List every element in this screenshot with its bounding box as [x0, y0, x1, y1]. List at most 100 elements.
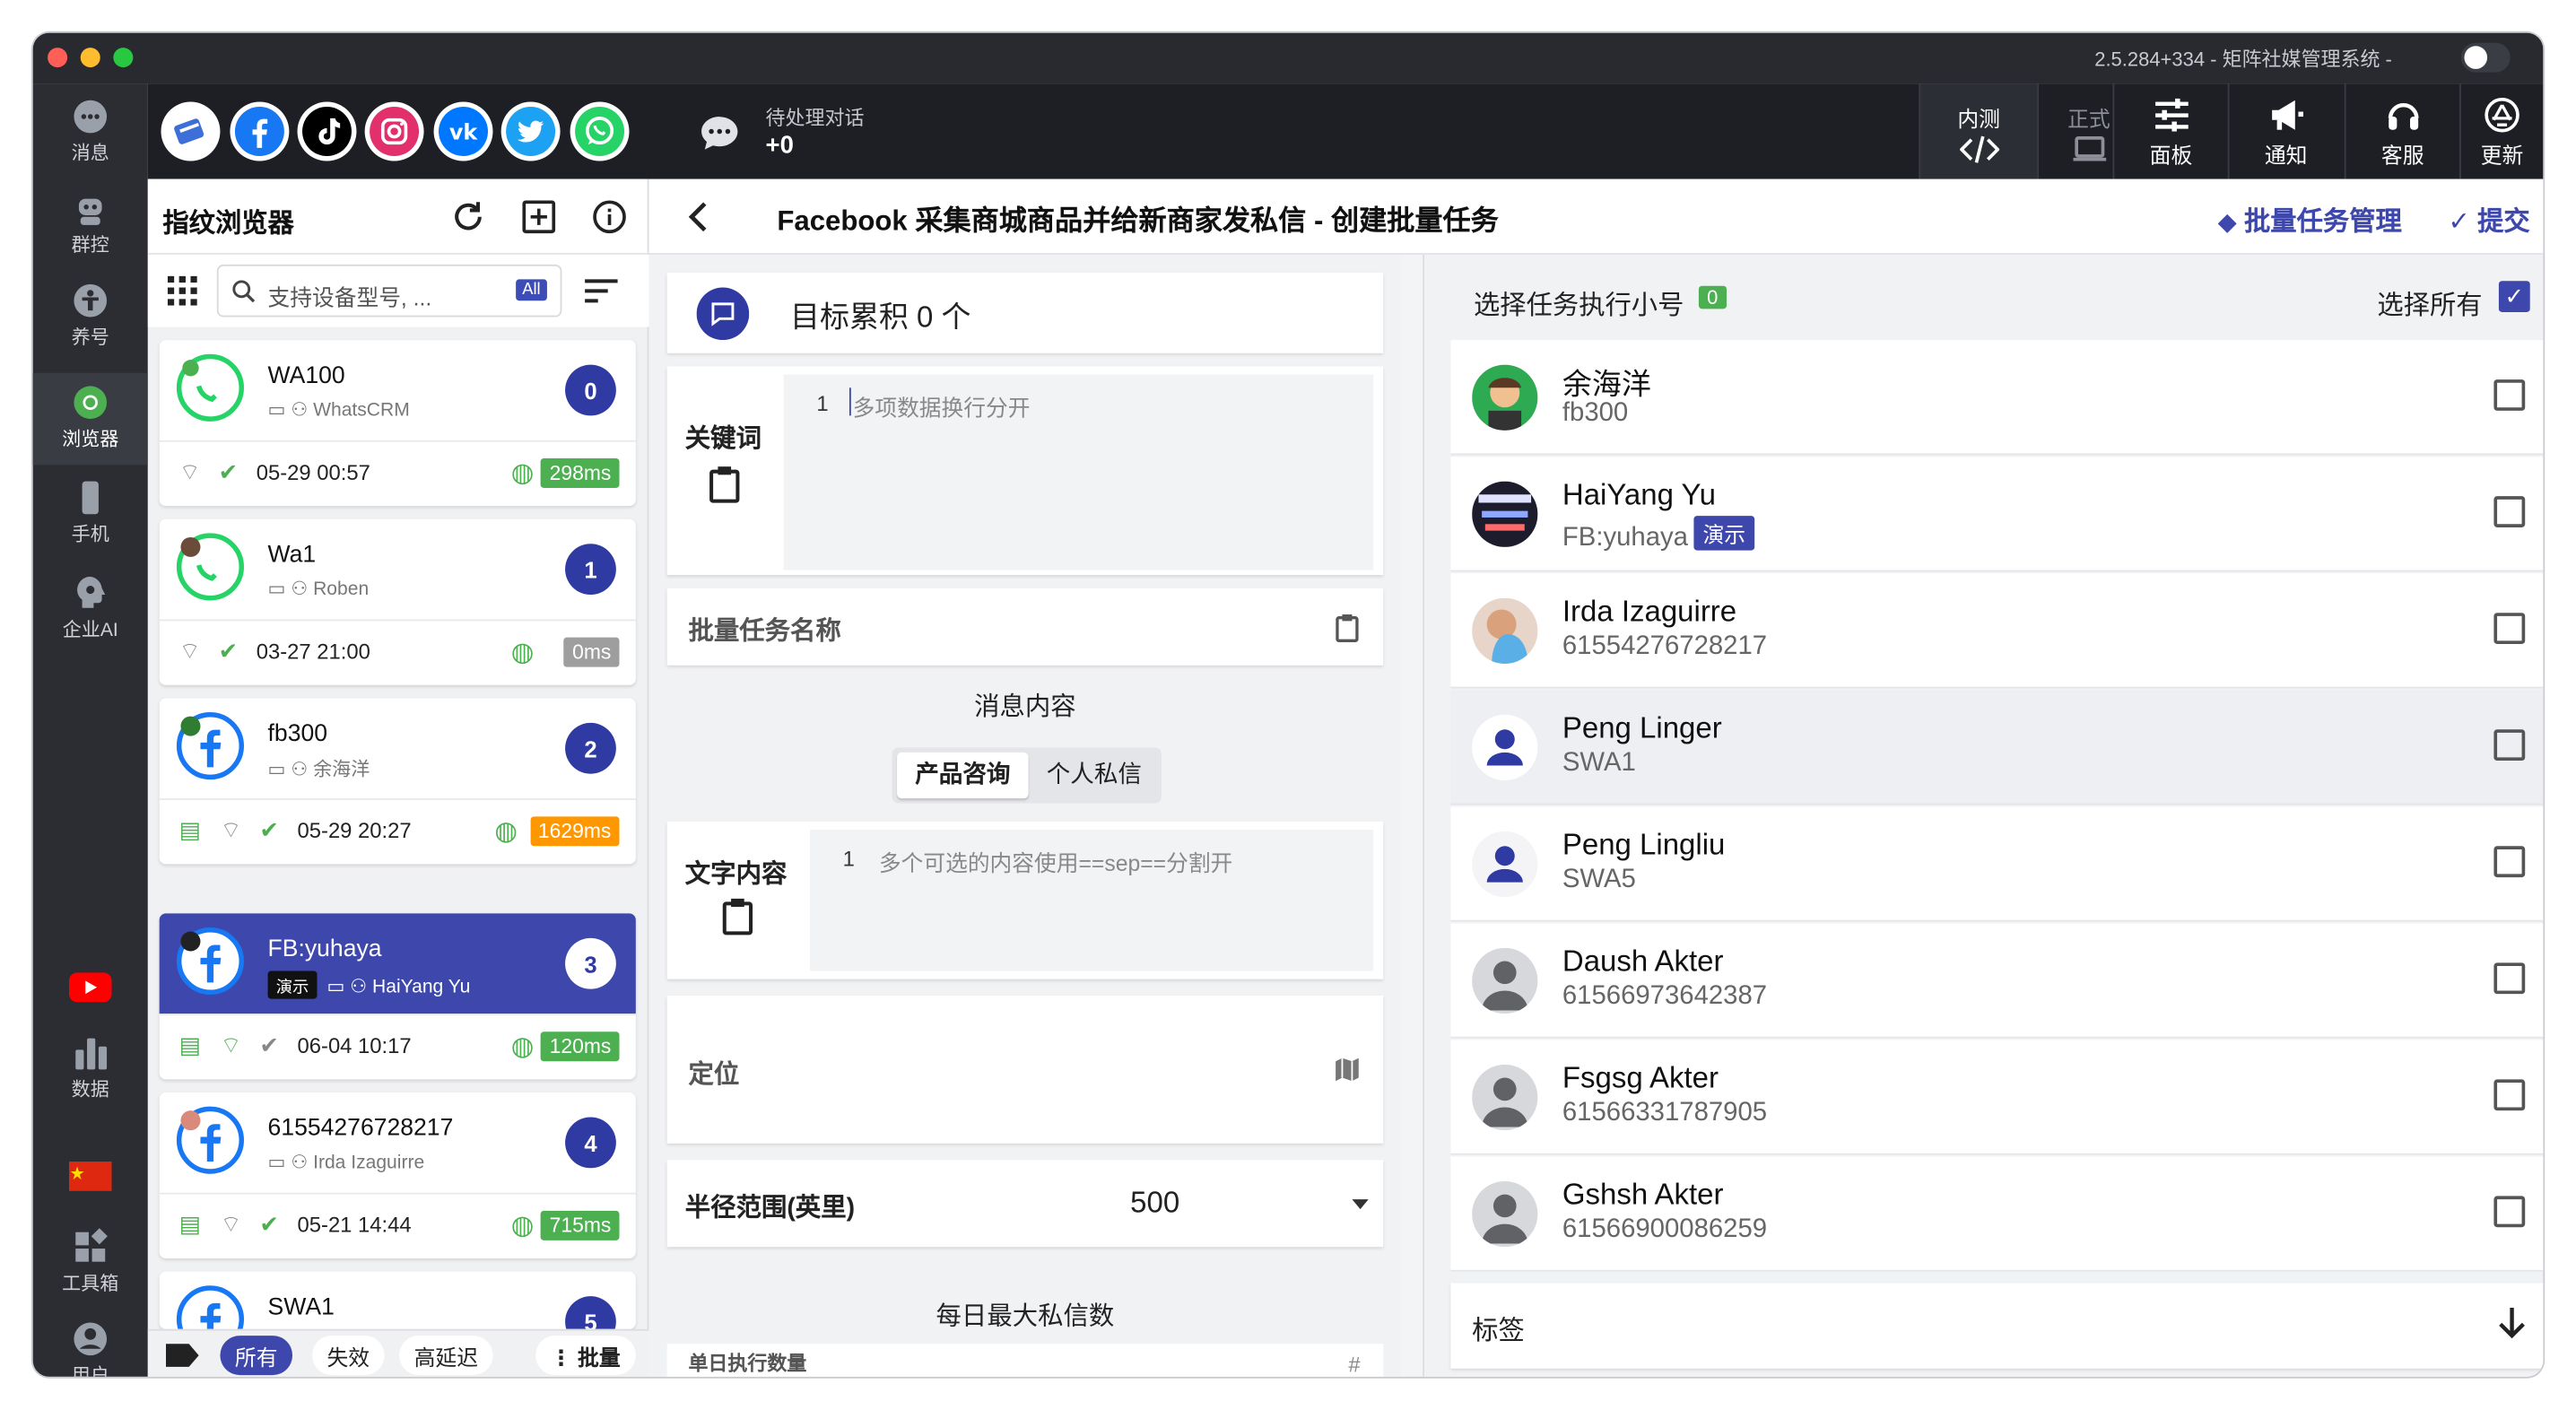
- task-name-block[interactable]: 批量任务名称: [666, 588, 1384, 666]
- single-exec-block[interactable]: 单日执行数量 #: [666, 1344, 1384, 1377]
- search-icon: [232, 280, 256, 303]
- account-row[interactable]: Fsgsg Akter 61566331787905: [1450, 1040, 2544, 1155]
- batch-button[interactable]: ⋮ 批量: [535, 1336, 636, 1376]
- keyword-input[interactable]: 1 多项数据换行分开: [783, 374, 1374, 570]
- add-box-icon[interactable]: [521, 199, 557, 235]
- submit-button[interactable]: ✓ 提交: [2448, 199, 2529, 239]
- label-icon[interactable]: [164, 1342, 200, 1368]
- map-icon[interactable]: [1334, 1057, 1360, 1083]
- message-icon: [74, 100, 108, 134]
- latency-badge: 1629ms: [529, 816, 620, 847]
- globe-icon: ◍: [494, 818, 518, 847]
- keyword-block: 关键词 1 多项数据换行分开: [666, 366, 1384, 576]
- notification-button[interactable]: 通知: [2227, 83, 2343, 179]
- rail-item-user[interactable]: 用户: [33, 1319, 148, 1377]
- dropdown-arrow-icon[interactable]: [1351, 1197, 1371, 1211]
- tags-row[interactable]: 标签: [1450, 1283, 2544, 1369]
- account-checkbox[interactable]: [2493, 962, 2526, 995]
- app-store-icon: [2485, 97, 2519, 133]
- account-checkbox[interactable]: [2493, 496, 2526, 527]
- title-bar: 2.5.284+334 - 矩阵社媒管理系统 - 海外: [32, 32, 2544, 84]
- task-form: 目标累积 0 个 关键词 1 多项数据换行分开 批量任务名称 消息内容 产品咨询…: [648, 254, 1402, 1377]
- account-row[interactable]: Peng Lingliu SWA5: [1450, 806, 2544, 922]
- account-row[interactable]: Gshsh Akter 61566900086259: [1450, 1156, 2544, 1272]
- clipboard-icon[interactable]: [1334, 611, 1360, 644]
- browser-filter-bar: 所有 失效 高延迟 ⋮ 批量: [147, 1328, 649, 1377]
- batch-task-manage-button[interactable]: ◆ 批量任务管理: [2218, 199, 2402, 239]
- laptop-icon: ▭: [267, 579, 286, 600]
- latency-badge: 0ms: [563, 637, 620, 667]
- segment-private-message[interactable]: 个人私信: [1029, 753, 1161, 798]
- whatsapp-icon[interactable]: [570, 101, 630, 161]
- account-checkbox[interactable]: [2493, 613, 2526, 644]
- avatar: [1472, 481, 1538, 547]
- minimize-window-button[interactable]: [80, 48, 100, 68]
- tiktok-icon[interactable]: [297, 101, 357, 161]
- browser-card[interactable]: Wa1 ▭ ⚇ Roben 1 ⌔ ✔ 03-27 21:00 ◍ 0ms: [159, 518, 636, 685]
- filter-all-chip[interactable]: 所有: [220, 1336, 293, 1376]
- arrow-down-icon[interactable]: [2497, 1306, 2527, 1339]
- sort-icon[interactable]: [585, 278, 618, 304]
- rail-item-browser[interactable]: 浏览器: [32, 372, 148, 466]
- filter-high-latency-chip[interactable]: 高延迟: [399, 1336, 493, 1376]
- rail-item-toolbox[interactable]: 工具箱: [33, 1227, 148, 1310]
- update-button[interactable]: 更新: [2459, 83, 2543, 179]
- twitter-icon[interactable]: [500, 101, 561, 161]
- support-button[interactable]: 客服: [2344, 83, 2459, 179]
- account-row[interactable]: 余海洋 fb300: [1450, 340, 2544, 456]
- filter-invalid-chip[interactable]: 失效: [312, 1336, 385, 1376]
- clipboard-icon[interactable]: [708, 465, 741, 504]
- account-row[interactable]: Peng Linger SWA1: [1450, 690, 2544, 805]
- mixed-platform-icon[interactable]: [161, 101, 221, 161]
- filter-all-badge[interactable]: All: [515, 279, 547, 301]
- svg-text:vk: vk: [449, 120, 479, 145]
- clipboard-icon[interactable]: [721, 897, 754, 936]
- account-checkbox[interactable]: [2493, 379, 2526, 411]
- browser-search-input[interactable]: 支持设备型号, ... All: [216, 264, 562, 318]
- account-row[interactable]: Daush Akter 61566973642387: [1450, 923, 2544, 1039]
- text-content-label: 文字内容: [684, 860, 788, 889]
- account-row[interactable]: HaiYang Yu FB:yuhaya 演示: [1450, 457, 2544, 572]
- card-index-badge: 1: [565, 544, 616, 596]
- rail-item-messages[interactable]: 消息: [33, 97, 148, 179]
- rail-item-data[interactable]: 数据: [33, 1033, 148, 1116]
- rail-item-nurture[interactable]: 养号: [33, 281, 148, 363]
- beta-channel-button[interactable]: 内测: [1919, 83, 2038, 179]
- rail-item-enterprise-ai[interactable]: 企业AI: [33, 573, 148, 666]
- account-checkbox[interactable]: [2493, 1196, 2526, 1228]
- text-content-input[interactable]: 1 多个可选的内容使用==sep==分割开: [809, 829, 1374, 971]
- close-window-button[interactable]: [48, 48, 68, 68]
- select-all-checkbox[interactable]: ✓: [2498, 281, 2530, 313]
- maximize-window-button[interactable]: [113, 48, 134, 68]
- person-icon: ⚇: [291, 1153, 309, 1173]
- phone-icon: [82, 481, 99, 515]
- instagram-icon[interactable]: [364, 101, 424, 161]
- grid-view-icon[interactable]: [167, 275, 197, 306]
- avatar: [1472, 597, 1538, 664]
- youtube-icon[interactable]: [33, 970, 148, 1010]
- browser-panel-title: 指纹浏览器: [162, 210, 294, 239]
- theme-toggle[interactable]: [2460, 42, 2511, 73]
- browser-card-selected[interactable]: FB:yuhaya 演示 ▭ ⚇ HaiYang Yu 3 ▤ ⌔ ✔ 06-04…: [159, 913, 636, 1080]
- segment-product-inquiry[interactable]: 产品咨询: [897, 752, 1029, 799]
- daily-max-heading: 每日最大私信数: [936, 1302, 1115, 1331]
- account-row[interactable]: Irda Izaguirre 61554276728217: [1450, 573, 2544, 689]
- back-arrow-icon[interactable]: [685, 200, 711, 233]
- rail-item-phone[interactable]: 手机: [33, 478, 148, 561]
- facebook-icon[interactable]: [230, 101, 290, 161]
- radius-block[interactable]: 半径范围(英里) 500: [666, 1160, 1384, 1248]
- info-icon[interactable]: [591, 199, 627, 235]
- account-checkbox[interactable]: [2493, 729, 2526, 762]
- panel-button[interactable]: 面板: [2112, 83, 2227, 179]
- vk-icon[interactable]: vk: [433, 101, 493, 161]
- account-checkbox[interactable]: [2493, 1079, 2526, 1111]
- browser-card[interactable]: fb300 ▭ ⚇ 余海洋 2 ▤ ⌔ ✔ 05-29 20:27 ◍ 1629…: [159, 698, 636, 865]
- browser-card[interactable]: 61554276728217 ▭ ⚇ Irda Izaguirre 4 ▤ ⌔ …: [159, 1092, 636, 1259]
- china-flag-icon[interactable]: [33, 1161, 148, 1197]
- browser-card[interactable]: SWA1 5: [159, 1271, 636, 1329]
- location-block[interactable]: 定位: [666, 995, 1384, 1144]
- refresh-icon[interactable]: [450, 199, 486, 235]
- rail-item-group-control[interactable]: 群控: [33, 189, 148, 272]
- browser-card[interactable]: WA100 ▭ ⚇ WhatsCRM 0 ⌔ ✔ 05-29 00:57 ◍ 2…: [159, 340, 636, 507]
- account-checkbox[interactable]: [2493, 846, 2526, 878]
